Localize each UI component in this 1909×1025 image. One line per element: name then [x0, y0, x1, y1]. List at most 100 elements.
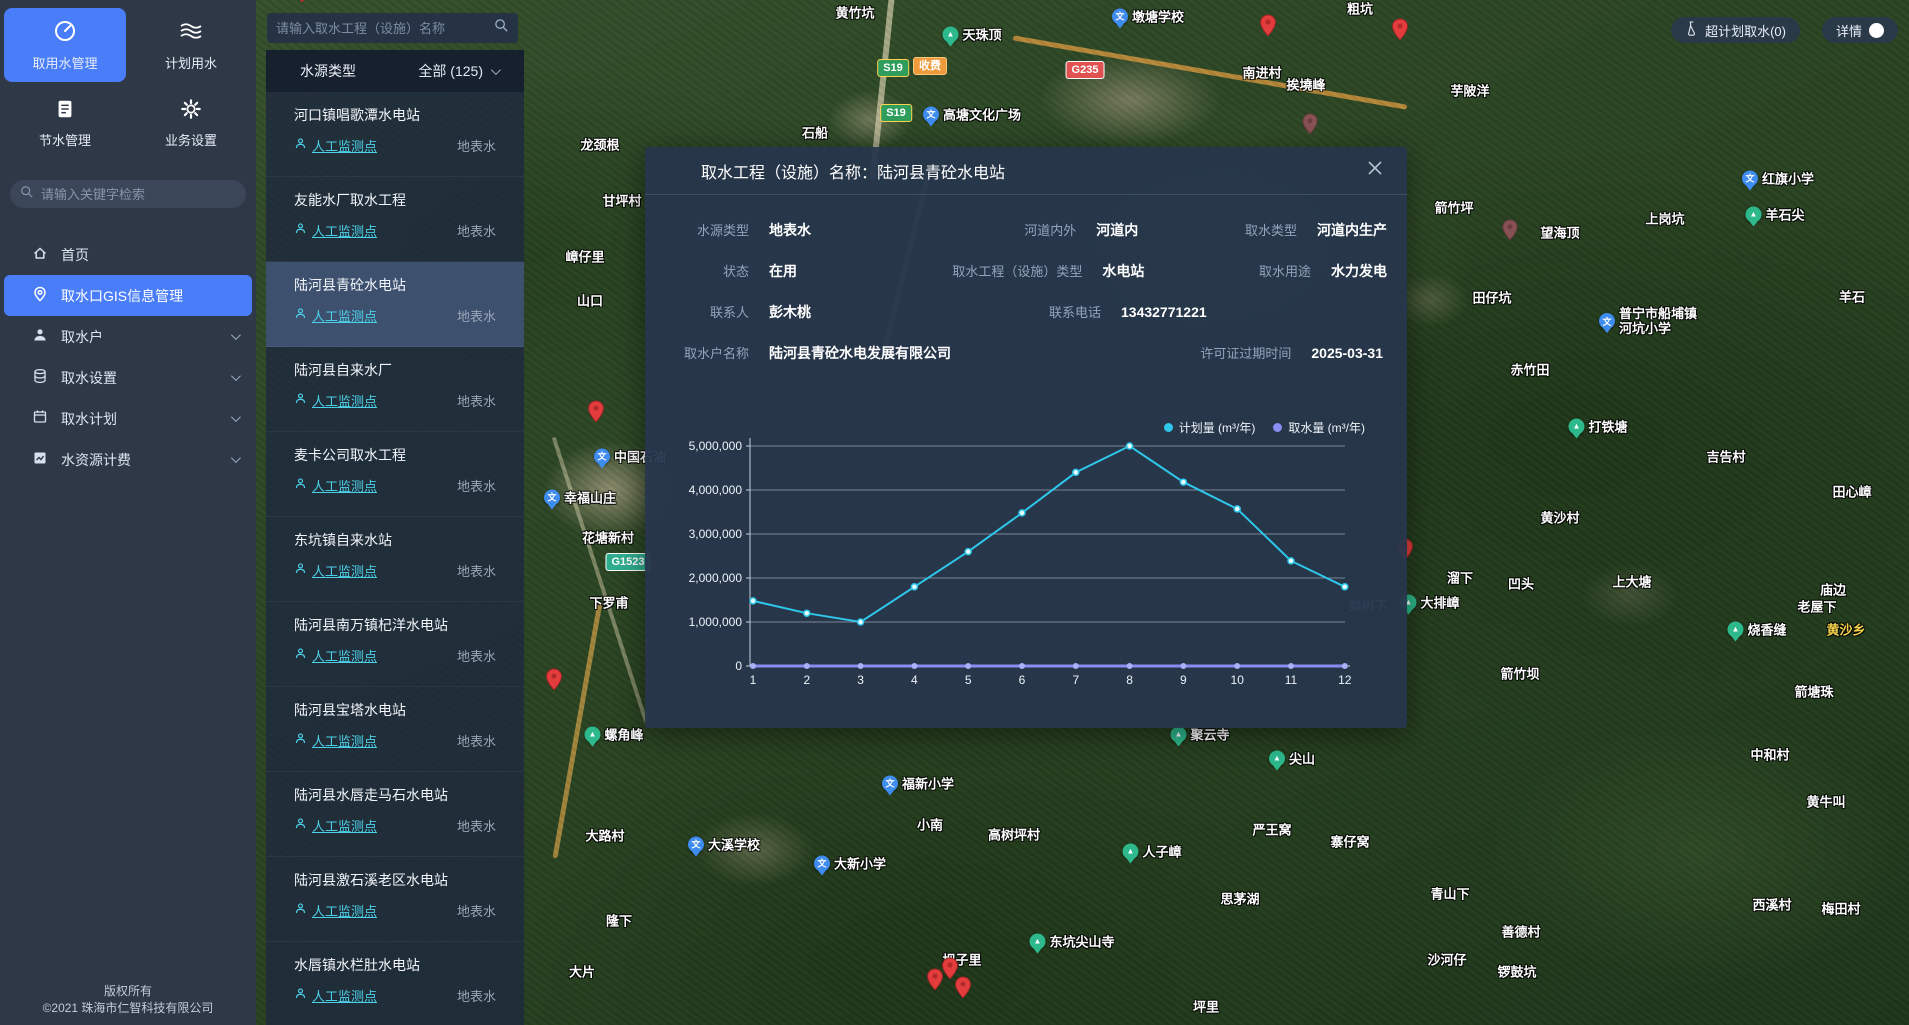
svg-text:3,000,000: 3,000,000 — [689, 527, 743, 541]
map-pin-icon[interactable] — [545, 668, 563, 696]
map-label: 粗坑 — [1347, 0, 1373, 18]
station-list-item[interactable]: 陆河县宝塔水电站人工监测点地表水 — [266, 687, 524, 772]
mountain-marker-icon[interactable]: ▲ — [584, 726, 600, 742]
station-search-input[interactable] — [276, 21, 488, 36]
school-marker-icon[interactable]: 文 — [594, 448, 610, 464]
school-marker-icon[interactable]: 文 — [882, 775, 898, 791]
station-list-item[interactable]: 陆河县激石溪老区水电站人工监测点地表水 — [266, 857, 524, 942]
school-marker-icon[interactable]: 文 — [1742, 170, 1758, 186]
station-list-item[interactable]: 陆河县自来水厂人工监测点地表水 — [266, 347, 524, 432]
field-value: 水力发电 — [1331, 261, 1387, 281]
monitor-link[interactable]: 人工监测点 — [312, 816, 377, 835]
school-marker-icon[interactable]: 文 — [1112, 8, 1128, 24]
module-tile-gear[interactable]: 业务设置 — [130, 86, 252, 160]
station-list-item[interactable]: 陆河县南万镇杞洋水电站人工监测点地表水 — [266, 602, 524, 687]
water-source-type: 地表水 — [457, 561, 496, 580]
flask-icon — [1685, 21, 1698, 39]
monitor-link[interactable]: 人工监测点 — [312, 391, 377, 410]
mountain-marker-icon[interactable]: ▲ — [1029, 933, 1045, 949]
person-icon — [294, 137, 307, 155]
module-tile-water-meter[interactable]: 取用水管理 — [4, 8, 126, 82]
filter-label: 水源类型 — [300, 61, 356, 81]
map-label: 田仔坑 — [1472, 288, 1511, 307]
mountain-marker-icon[interactable]: ▲ — [1170, 726, 1186, 742]
map-pin-muted-icon[interactable] — [1302, 113, 1319, 140]
school-marker-icon[interactable]: 文 — [688, 836, 704, 852]
station-search[interactable] — [267, 13, 518, 43]
chevron-down-icon — [231, 330, 241, 340]
map-pin-icon[interactable] — [1391, 18, 1409, 46]
station-list-item[interactable]: 东坑镇自来水站人工监测点地表水 — [266, 517, 524, 602]
svg-text:0: 0 — [735, 659, 742, 673]
mountain-marker-icon[interactable]: ▲ — [1745, 206, 1761, 222]
field-value: 水电站 — [1102, 261, 1144, 281]
monitor-link[interactable]: 人工监测点 — [312, 136, 377, 155]
module-tile-document[interactable]: 节水管理 — [4, 86, 126, 160]
toggle-knob-icon[interactable] — [1869, 23, 1884, 38]
filter-dropdown[interactable]: 全部 (125) — [418, 61, 498, 81]
water-source-type: 地表水 — [457, 476, 496, 495]
database-icon — [32, 368, 48, 387]
over-plan-alert-button[interactable]: 超计划取水(0) — [1671, 17, 1800, 43]
search-icon — [20, 185, 34, 204]
map-label: 善德村 — [1501, 922, 1540, 941]
sidebar-item-label: 取水计划 — [61, 409, 117, 429]
map-label: 大片 — [569, 962, 595, 981]
monitor-link[interactable]: 人工监测点 — [312, 646, 377, 665]
station-list-item[interactable]: 麦卡公司取水工程人工监测点地表水 — [266, 432, 524, 517]
sidebar-search[interactable] — [10, 180, 246, 208]
sidebar-item-billing[interactable]: 水资源计费 — [4, 439, 252, 480]
monitor-link[interactable]: 人工监测点 — [312, 221, 377, 240]
map-pin-icon[interactable] — [1259, 14, 1277, 42]
station-name: 水唇镇水栏肚水电站 — [294, 955, 496, 975]
school-marker-icon[interactable]: 文 — [814, 855, 830, 871]
station-list-item[interactable]: 陆河县水唇走马石水电站人工监测点地表水 — [266, 772, 524, 857]
water-source-type: 地表水 — [457, 731, 496, 750]
school-marker-icon[interactable]: 文 — [1599, 313, 1615, 329]
sidebar-item-label: 水资源计费 — [61, 450, 131, 470]
monitor-link[interactable]: 人工监测点 — [312, 731, 377, 750]
sidebar-item-label: 取水设置 — [61, 368, 117, 388]
monitor-link[interactable]: 人工监测点 — [312, 476, 377, 495]
filter-value: 全部 (125) — [418, 61, 483, 81]
station-list-item[interactable]: 水唇镇水栏肚水电站人工监测点地表水 — [266, 942, 524, 1025]
close-icon[interactable] — [1367, 160, 1383, 181]
chevron-down-icon — [231, 412, 241, 422]
monitor-link[interactable]: 人工监测点 — [312, 901, 377, 920]
field-value: 在用 — [769, 261, 797, 281]
map-label: 黄沙乡 — [1826, 620, 1865, 639]
mountain-marker-icon[interactable]: ▲ — [1727, 621, 1743, 637]
monitor-link[interactable]: 人工监测点 — [312, 561, 377, 580]
sidebar-item-database[interactable]: 取水设置 — [4, 357, 252, 398]
monitor-link[interactable]: 人工监测点 — [312, 306, 377, 325]
map-pin-icon[interactable] — [587, 400, 605, 428]
sidebar-search-input[interactable] — [41, 187, 236, 202]
sidebar-item-calendar[interactable]: 取水计划 — [4, 398, 252, 439]
school-marker-icon[interactable]: 文 — [923, 106, 939, 122]
road-badge: G235 — [1066, 61, 1105, 79]
detail-toggle[interactable]: 详情 — [1822, 17, 1898, 43]
sidebar-item-home[interactable]: 首页 — [4, 234, 252, 275]
monitor-link[interactable]: 人工监测点 — [312, 986, 377, 1005]
sidebar-item-pin[interactable]: 取水口GIS信息管理 — [4, 275, 252, 316]
search-icon[interactable] — [494, 18, 509, 38]
station-filter-bar: 水源类型 全部 (125) — [266, 50, 524, 92]
water-source-type: 地表水 — [457, 901, 496, 920]
school-marker-icon[interactable]: 文 — [544, 489, 560, 505]
station-list-item[interactable]: 河口镇唱歌潭水电站人工监测点地表水 — [266, 92, 524, 177]
mountain-marker-icon[interactable]: ▲ — [1122, 843, 1138, 859]
modal-fields: 水源类型地表水河道内外河道内取水类型河道内生产状态在用取水工程（设施）类型水电站… — [645, 195, 1407, 373]
module-tile-waves[interactable]: 计划用水 — [130, 8, 252, 82]
map-pin-icon[interactable] — [954, 976, 972, 1004]
waves-icon — [179, 19, 203, 46]
mountain-marker-icon[interactable]: ▲ — [942, 26, 958, 42]
field: 水源类型地表水 — [661, 220, 898, 240]
mountain-marker-icon[interactable]: ▲ — [1269, 750, 1285, 766]
sidebar-item-user[interactable]: 取水户 — [4, 316, 252, 357]
station-list-item[interactable]: 友能水厂取水工程人工监测点地表水 — [266, 177, 524, 262]
station-list-item[interactable]: 陆河县青砼水电站人工监测点地表水 — [266, 262, 524, 347]
map-pin-muted-icon[interactable] — [1502, 219, 1519, 246]
mountain-marker-icon[interactable]: ▲ — [1568, 418, 1584, 434]
map-pin-icon[interactable] — [293, 0, 311, 8]
person-icon — [294, 307, 307, 325]
